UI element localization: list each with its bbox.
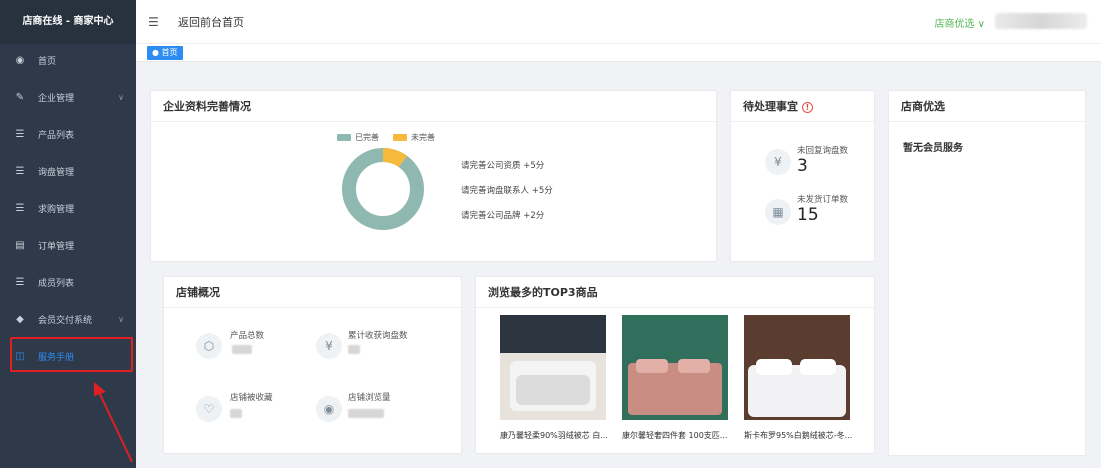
sidebar-item-manual[interactable]: ◫ 服务手册 — [0, 338, 136, 375]
sidebar-item-members[interactable]: ☰ 成员列表 — [0, 264, 136, 301]
sidebar-item-label: 服务手册 — [38, 353, 75, 363]
eye-icon: ◉ — [316, 396, 342, 422]
inquiry-icon: ¥ — [316, 333, 342, 359]
stat-value-hidden — [348, 409, 384, 418]
profile-tip: 请完善公司资质 +5分 — [461, 161, 545, 171]
sidebar-item-label: 成员列表 — [38, 279, 75, 289]
dashboard-icon: ◉ — [15, 55, 25, 66]
sidebar-item-label: 求购管理 — [38, 205, 75, 215]
product-image[interactable] — [500, 315, 606, 420]
document-icon: ▤ — [15, 240, 25, 251]
todo-value[interactable]: 15 — [797, 205, 819, 225]
tabs-bar: ● 首页 — [136, 44, 1101, 62]
product-name[interactable]: 康乃馨轻柔90%羽绒被芯 白... — [500, 430, 620, 441]
product-name[interactable]: 斯卡布罗95%白鹅绒被芯-冬... — [744, 430, 864, 441]
chart-legend: 已完善 未完善 — [337, 132, 435, 143]
legend-label: 已完善 — [355, 133, 379, 142]
warning-icon[interactable]: ! — [802, 101, 813, 113]
sidebar: 店商在线 - 商家中心 ◉ 首页 ✎ 企业管理 ∨ ☰ 产品列表 ☰ 询盘管理 … — [0, 0, 136, 468]
product-item[interactable]: 斯卡布罗95%白鹅绒被芯-冬... — [744, 315, 852, 441]
order-icon: ▦ — [765, 199, 791, 225]
menu-toggle-icon[interactable]: ☰ — [148, 15, 162, 29]
stat-label: 产品总数 — [230, 331, 265, 341]
product-item[interactable]: 康尔馨轻奢四件套 100支匹... — [622, 315, 728, 441]
legend-swatch — [337, 134, 351, 141]
store-select-dropdown[interactable]: 店商优选 ∨ — [935, 15, 986, 30]
user-account-menu[interactable] — [995, 13, 1087, 29]
list-icon: ☰ — [15, 166, 25, 177]
stat-value-hidden — [348, 345, 360, 354]
donut-done-arc — [342, 148, 424, 230]
card-title: 企业资料完善情况 — [151, 91, 716, 122]
sidebar-item-purchase[interactable]: ☰ 求购管理 — [0, 190, 136, 227]
product-image[interactable] — [744, 315, 850, 420]
sidebar-item-label: 询盘管理 — [38, 168, 75, 178]
stat-value-hidden — [232, 345, 252, 354]
chevron-down-icon: ∨ — [118, 315, 124, 324]
card-title: 店铺概况 — [164, 277, 461, 308]
card-title: 待处理事宜! — [731, 91, 874, 122]
back-to-frontpage-link[interactable]: 返回前台首页 — [178, 14, 244, 30]
book-icon: ◫ — [15, 351, 25, 362]
sidebar-item-label: 产品列表 — [38, 131, 75, 141]
sidebar-item-products[interactable]: ☰ 产品列表 — [0, 116, 136, 153]
sidebar-item-delivery[interactable]: ◆ 会员交付系统 ∨ — [0, 301, 136, 338]
product-name[interactable]: 康尔馨轻奢四件套 100支匹... — [622, 430, 742, 441]
empty-state-text: 暂无会员服务 — [903, 143, 963, 154]
heart-icon: ♡ — [196, 396, 222, 422]
stat-label: 店铺被收藏 — [230, 393, 273, 403]
sidebar-item-home[interactable]: ◉ 首页 — [0, 42, 136, 79]
stat-label: 店铺浏览量 — [348, 393, 391, 403]
list-icon: ☰ — [15, 203, 25, 214]
list-icon: ☰ — [15, 277, 25, 288]
stat-label: 累计收获询盘数 — [348, 331, 408, 341]
top-header: ☰ 返回前台首页 店商优选 ∨ — [136, 0, 1101, 44]
product-image[interactable] — [622, 315, 728, 420]
card-title: 店商优选 — [889, 91, 1085, 122]
todo-value[interactable]: 3 — [797, 156, 808, 176]
diamond-icon: ◆ — [16, 314, 24, 325]
profile-tip: 请完善询盘联系人 +5分 — [461, 186, 553, 196]
profile-tip: 请完善公司品牌 +2分 — [461, 211, 545, 221]
list-icon: ☰ — [15, 129, 25, 140]
sidebar-item-label: 会员交付系统 — [38, 316, 93, 326]
todo-card: 待处理事宜! ¥ 未回复询盘数 3 ▦ 未发货订单数 15 — [730, 90, 875, 262]
todo-label: 未回复询盘数 — [797, 146, 849, 156]
top3-products-card: 浏览最多的TOP3商品 康乃馨轻柔90%羽绒被芯 白... 康尔馨轻奢四件套 1… — [475, 276, 875, 454]
legend-swatch — [393, 134, 407, 141]
inquiry-icon: ¥ — [765, 149, 791, 175]
tab-home[interactable]: ● 首页 — [147, 46, 183, 60]
sidebar-item-label: 企业管理 — [38, 94, 75, 104]
legend-label: 未完善 — [411, 133, 435, 142]
completion-donut-chart — [342, 148, 424, 230]
sidebar-item-label: 订单管理 — [38, 242, 75, 252]
profile-completion-card: 企业资料完善情况 已完善 未完善 请完善公司资质 +5分 请完善询盘联系人 +5… — [150, 90, 717, 262]
product-item[interactable]: 康乃馨轻柔90%羽绒被芯 白... — [500, 315, 608, 441]
shop-overview-card: 店铺概况 ⬡ 产品总数 ¥ 累计收获询盘数 ♡ 店铺被收藏 ◉ 店铺浏览量 — [163, 276, 462, 454]
card-title: 浏览最多的TOP3商品 — [476, 277, 874, 308]
card-title-text: 待处理事宜 — [743, 100, 798, 113]
sidebar-item-enterprise[interactable]: ✎ 企业管理 ∨ — [0, 79, 136, 116]
stat-value-hidden — [230, 409, 242, 418]
sidebar-title: 店商在线 - 商家中心 — [0, 0, 136, 44]
sidebar-item-inquiries[interactable]: ☰ 询盘管理 — [0, 153, 136, 190]
sidebar-item-label: 首页 — [38, 57, 57, 67]
chevron-down-icon: ∨ — [118, 93, 124, 102]
todo-label: 未发货订单数 — [797, 195, 849, 205]
edit-icon: ✎ — [15, 92, 25, 103]
preferred-card: 店商优选 暂无会员服务 — [888, 90, 1086, 456]
sidebar-item-orders[interactable]: ▤ 订单管理 — [0, 227, 136, 264]
box-icon: ⬡ — [196, 333, 222, 359]
